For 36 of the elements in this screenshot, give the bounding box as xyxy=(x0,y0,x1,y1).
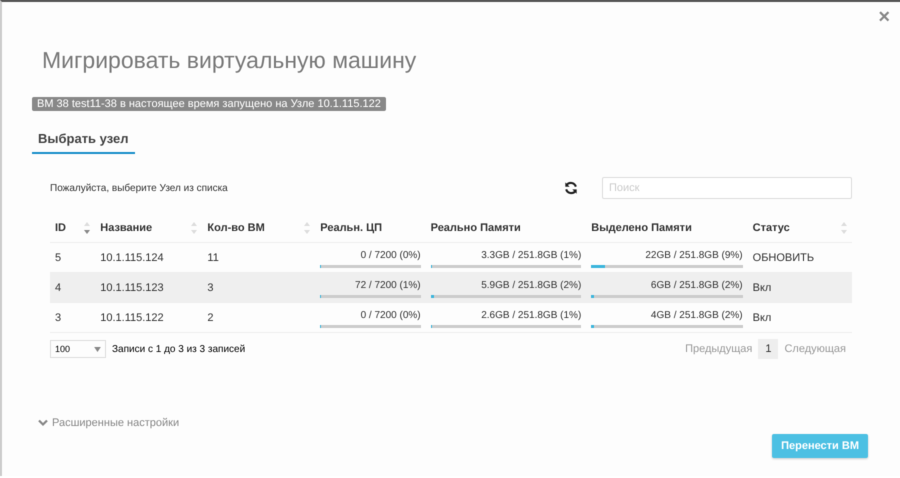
usage-reading: 4GB / 251.8GB (2%) xyxy=(650,310,743,321)
tab[interactable]: Выбрать узел xyxy=(32,127,134,154)
table-cell: 3 xyxy=(50,302,96,332)
dialog-title: Мигрировать виртуальную машину xyxy=(41,46,418,75)
usage-reading: 6GB / 251.8GB (2%) xyxy=(650,280,743,291)
notice-label: ВМ 38 test11-38 в настоящее время запущено на Узле 10.1.115.122 xyxy=(32,97,386,111)
page-button[interactable]: 1 xyxy=(758,339,778,359)
table-cell: 10.1.115.122 xyxy=(95,302,202,332)
refresh-icon[interactable] xyxy=(564,181,578,195)
dropdown-caret-icon xyxy=(94,346,101,352)
table-cell: Вкл xyxy=(748,302,852,332)
table-cell: Вкл xyxy=(748,272,852,302)
column-header[interactable]: Кол-во ВМ xyxy=(202,212,316,242)
table-cell: 3 xyxy=(202,272,316,302)
table-cell: 2 xyxy=(202,302,316,332)
column-header: Реальн. ЦП xyxy=(315,212,426,242)
usage-reading: 5.9GB / 251.8GB (2%) xyxy=(480,280,582,291)
records-info: Записи с 1 до 3 из 3 записей xyxy=(112,344,246,354)
table-row[interactable]: 4 10.1.115.123 3 72 / 7200 (1%) 5.9GB / 251.8GB (2%) 6GB / 251.8GB (2%) Вкл xyxy=(50,272,852,302)
column-header[interactable]: ID xyxy=(50,212,96,242)
page-size-select[interactable]: 100 xyxy=(50,340,106,358)
table-row[interactable]: 3 10.1.115.122 2 0 / 7200 (0%) 2.6GB / 251.8GB (1%) 4GB / 251.8GB (2%) Вкл xyxy=(50,302,852,332)
hint-text: Пожалуйста, выберите Узел из списка xyxy=(50,182,229,194)
usage-reading: 0 / 7200 (0%) xyxy=(360,250,421,261)
table-cell: 4 xyxy=(50,272,96,302)
chevron-down-icon xyxy=(38,419,48,427)
usage-reading: 3.3GB / 251.8GB (1%) xyxy=(480,250,582,261)
column-header: Выделено Памяти xyxy=(586,212,748,242)
usage-reading: 72 / 7200 (1%) xyxy=(354,280,421,291)
usage-reading: 0 / 7200 (0%) xyxy=(360,310,421,321)
table-cell: 10.1.115.123 xyxy=(95,272,202,302)
usage-reading: 22GB / 251.8GB (9%) xyxy=(644,250,743,261)
column-header[interactable]: Название xyxy=(95,212,202,242)
usage-reading: 2.6GB / 251.8GB (1%) xyxy=(480,310,582,321)
column-header[interactable]: Статус xyxy=(748,212,852,242)
column-header: Реально Памяти xyxy=(426,212,586,242)
